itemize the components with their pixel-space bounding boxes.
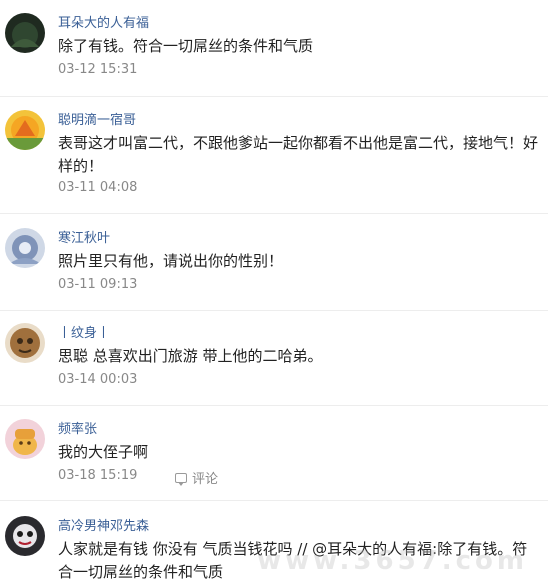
comment-timestamp: 03-11 09:13 [58,277,138,292]
comment-timestamp: 03-12 15:31 [58,62,138,77]
avatar[interactable] [5,516,45,556]
avatar[interactable] [5,419,45,459]
comment-username[interactable]: 频率张 [58,418,97,437]
avatar[interactable] [5,228,45,268]
comment-timestamp: 03-18 15:19 [58,468,138,483]
reply-button[interactable]: 评论 [175,468,218,487]
comment-username[interactable]: 高冷男神邓先森 [58,515,149,534]
watermark: www.3657.com [257,546,528,576]
avatar[interactable] [5,13,45,53]
divider [0,213,548,214]
reply-label: 评论 [192,472,219,487]
comment-timestamp: 03-11 04:08 [58,180,138,195]
comment-text: 除了有钱。符合一切屌丝的条件和气质 [58,37,314,55]
comment-text: 思聪 总喜欢出门旅游 带上他的二哈弟。 [58,347,323,365]
divider [0,96,548,97]
comment-username[interactable]: 聪明滴一宿哥 [58,109,136,128]
comment-text: 我的大侄子啊 [58,443,149,461]
comment-bubble-icon [175,472,187,486]
comment-text: 表哥这才叫富二代，不跟他爹站一起你都看不出他是富二代，接地气！好样的！ [58,134,539,175]
comment-timestamp: 03-14 00:03 [58,372,138,387]
divider [0,310,548,311]
divider [0,500,548,501]
avatar[interactable] [5,110,45,150]
comment-text: 照片里只有他，请说出你的性别！ [58,252,284,270]
divider [0,405,548,406]
avatar[interactable] [5,323,45,363]
comment-username[interactable]: 寒江秋叶 [58,227,110,246]
comment-username[interactable]: 耳朵大的人有福 [58,12,149,31]
comment-username[interactable]: 丨纹身丨 [58,322,110,341]
